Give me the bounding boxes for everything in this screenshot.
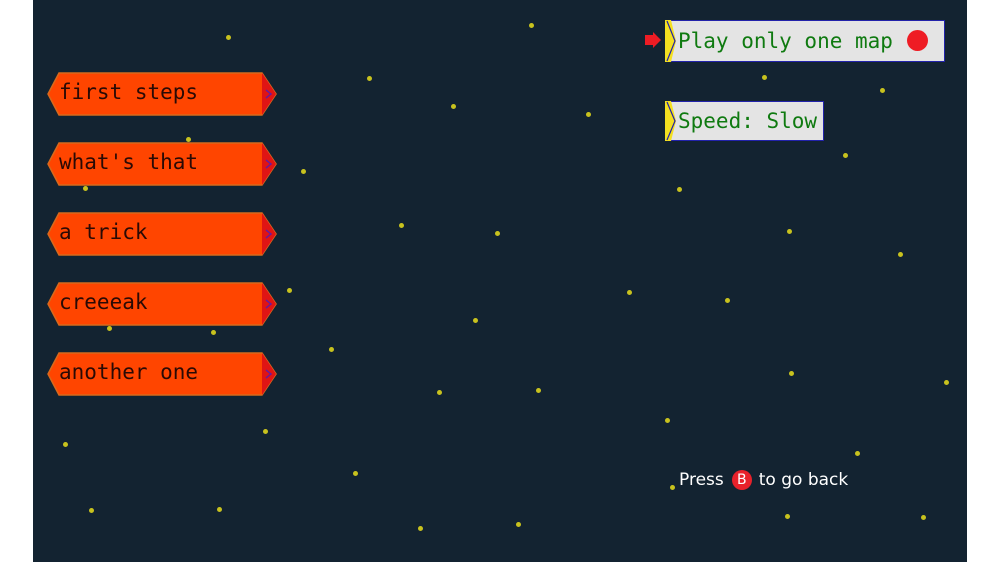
star <box>855 451 860 456</box>
star <box>329 347 334 352</box>
game-screen: first steps what's that a trick creeeak <box>33 0 967 562</box>
star <box>944 380 949 385</box>
star <box>495 231 500 236</box>
hint-suffix: to go back <box>758 470 849 490</box>
panel-notch-icon <box>665 101 676 141</box>
star <box>789 371 794 376</box>
level-button-first-steps[interactable]: first steps <box>47 72 277 116</box>
star <box>586 112 591 117</box>
level-label: creeeak <box>59 290 148 314</box>
star <box>211 330 216 335</box>
star <box>263 429 268 434</box>
star <box>89 508 94 513</box>
star <box>301 169 306 174</box>
level-label: another one <box>59 360 199 384</box>
selection-cursor-icon <box>645 32 661 48</box>
panel-notch-icon <box>665 20 676 62</box>
star <box>437 390 442 395</box>
play-only-one-map-label: Play only one map <box>678 29 893 53</box>
star <box>536 388 541 393</box>
star <box>665 418 670 423</box>
star <box>762 75 767 80</box>
level-label: first steps <box>59 80 199 104</box>
star <box>287 288 292 293</box>
star <box>451 104 456 109</box>
level-label: what's that <box>59 150 199 174</box>
star <box>898 252 903 257</box>
level-button-another-one[interactable]: another one <box>47 352 277 396</box>
level-label: a trick <box>59 220 148 244</box>
star <box>473 318 478 323</box>
star <box>787 229 792 234</box>
level-button-creeeak[interactable]: creeeak <box>47 282 277 326</box>
back-hint: Press B to go back <box>679 470 848 490</box>
level-button-a-trick[interactable]: a trick <box>47 212 277 256</box>
star <box>725 298 730 303</box>
star <box>418 526 423 531</box>
star <box>63 442 68 447</box>
speed-selector[interactable]: Speed: Slow <box>665 101 824 141</box>
play-only-one-map-toggle[interactable]: Play only one map <box>665 20 945 62</box>
star <box>670 485 675 490</box>
star <box>880 88 885 93</box>
star <box>677 187 682 192</box>
speed-label: Speed: Slow <box>678 109 818 133</box>
star <box>226 35 231 40</box>
star <box>785 514 790 519</box>
star <box>217 507 222 512</box>
star <box>516 522 521 527</box>
star <box>529 23 534 28</box>
b-button-icon: B <box>731 470 752 490</box>
star <box>627 290 632 295</box>
hint-prefix: Press <box>679 470 724 490</box>
star <box>367 76 372 81</box>
star <box>843 153 848 158</box>
star <box>353 471 358 476</box>
star <box>921 515 926 520</box>
toggle-indicator-icon <box>907 30 928 51</box>
level-button-whats-that[interactable]: what's that <box>47 142 277 186</box>
star <box>399 223 404 228</box>
